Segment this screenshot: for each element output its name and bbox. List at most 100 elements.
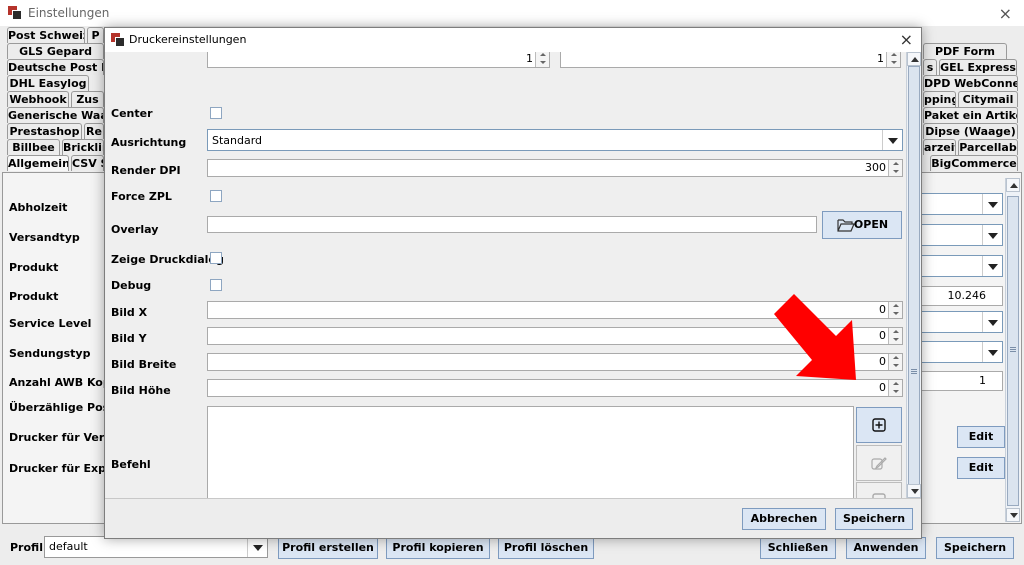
settings-scroll-thumb[interactable] — [1007, 196, 1019, 506]
open-button[interactable]: OPEN — [822, 211, 902, 239]
render-dpi-spinner[interactable]: 300 — [207, 159, 903, 177]
edit-pencil-icon — [871, 457, 887, 470]
label-render-dpi: Render DPI — [111, 164, 181, 177]
app-icon — [8, 6, 22, 20]
tab-webhook[interactable]: Webhook — [7, 91, 69, 107]
close-icon[interactable]: × — [900, 30, 913, 49]
tab-bigcommerce[interactable]: BigCommerce — [930, 155, 1018, 171]
label-center: Center — [111, 107, 153, 120]
tab-post-schweiz[interactable]: Post Schweiz — [7, 27, 85, 43]
tab-gel-express[interactable]: GEL Express — [939, 59, 1017, 75]
label-force-zpl: Force ZPL — [111, 190, 172, 203]
label-versandtyp: Versandtyp — [9, 231, 80, 244]
label-overlay: Overlay — [111, 223, 159, 236]
tab-prestashop[interactable]: Prestashop — [7, 123, 82, 139]
sendungstyp-dropdown[interactable] — [921, 341, 1003, 363]
produkt-dropdown[interactable] — [921, 255, 1003, 277]
remove-command-button[interactable] — [856, 482, 902, 498]
tab-dhl-easylog[interactable]: DHL Easylog — [7, 75, 89, 91]
tab-pdf-form[interactable]: PDF Form — [923, 43, 1007, 59]
ausrichtung-dropdown[interactable]: Standard — [207, 129, 903, 151]
awb-kopien-spinner[interactable]: 1 — [921, 371, 1003, 391]
close-icon[interactable]: × — [999, 4, 1012, 23]
force-zpl-checkbox[interactable] — [210, 190, 222, 202]
add-command-button[interactable] — [856, 407, 902, 443]
label-service-level: Service Level — [9, 317, 92, 330]
tab-deutsche-post[interactable]: Deutsche Post DV — [7, 59, 104, 75]
speichern-dialog-button[interactable]: Speichern — [835, 508, 913, 530]
profil-erstellen-button[interactable]: Profil erstellen — [278, 537, 378, 559]
label-abholzeit: Abholzeit — [9, 201, 68, 214]
tab-re[interactable]: Re — [84, 123, 104, 139]
annotation-arrow-shape — [774, 294, 856, 380]
open-button-label: OPEN — [853, 218, 889, 231]
tab-paket-ein-artikel[interactable]: Paket ein Artikel — [923, 107, 1018, 123]
center-checkbox[interactable] — [210, 107, 222, 119]
dialog-titlebar: Druckereinstellungen × — [105, 28, 921, 52]
plus-square-icon — [872, 418, 886, 432]
label-bild-hoehe: Bild Höhe — [111, 384, 171, 397]
abbrechen-button[interactable]: Abbrechen — [742, 508, 826, 530]
profil-dropdown[interactable]: default — [44, 536, 268, 558]
profil-loeschen-button[interactable]: Profil löschen — [498, 537, 594, 559]
tab-pping[interactable]: pping — [923, 91, 956, 107]
tab-bricklink[interactable]: Bricklin — [62, 139, 104, 155]
tab-zus[interactable]: Zus — [71, 91, 104, 107]
tab-parcellab[interactable]: Parcellab — [958, 139, 1018, 155]
profil-kopieren-button[interactable]: Profil kopieren — [386, 537, 490, 559]
dropdown-arrow-icon — [253, 545, 263, 551]
label-bild-y: Bild Y — [111, 332, 147, 345]
tab-citymail[interactable]: Citymail — [958, 91, 1018, 107]
label-bild-breite: Bild Breite — [111, 358, 177, 371]
dropdown-arrow-icon — [988, 233, 998, 239]
annotation-arrow — [774, 294, 856, 380]
tab-csv[interactable]: CSV S — [71, 155, 104, 171]
speichern-settings-button[interactable]: Speichern — [936, 537, 1014, 559]
settings-window-title: Einstellungen — [28, 6, 110, 20]
edit-drucker-versand-button[interactable]: Edit — [957, 426, 1005, 448]
label-produkt: Produkt — [9, 261, 59, 274]
label-produkt-2: Produkt — [9, 290, 59, 303]
tab-partial[interactable]: P — [87, 27, 104, 43]
dialog-form: 1 1 Center Ausrichtung Standard Render D… — [106, 52, 906, 498]
settings-scrollbar[interactable] — [1005, 178, 1020, 522]
befehl-list[interactable] — [207, 406, 854, 498]
overlay-input[interactable] — [207, 216, 817, 233]
printer-settings-dialog: Druckereinstellungen × 1 1 Center Ausric… — [104, 27, 922, 539]
tab-partial-s[interactable]: s — [923, 59, 937, 75]
label-zeige-druckdialog: Zeige Druckdialog — [111, 253, 224, 266]
dropdown-arrow-icon — [988, 264, 998, 270]
tab-arzeit[interactable]: arzeit — [923, 139, 956, 155]
top-spinner-right[interactable]: 1 — [560, 52, 901, 68]
ausrichtung-value: Standard — [212, 134, 263, 147]
edit-command-button[interactable] — [856, 445, 902, 481]
abholzeit-dropdown[interactable] — [921, 193, 1003, 215]
versandtyp-dropdown[interactable] — [921, 224, 1003, 246]
produkt-spinner[interactable]: 10.246 — [921, 286, 1003, 306]
debug-checkbox[interactable] — [210, 279, 222, 291]
label-bild-x: Bild X — [111, 306, 148, 319]
tab-dpd-webconnect[interactable]: DPD WebConnect — [923, 75, 1018, 91]
edit-drucker-export-button[interactable]: Edit — [957, 457, 1005, 479]
schliessen-button[interactable]: Schließen — [760, 537, 836, 559]
service-level-dropdown[interactable] — [921, 311, 1003, 333]
dropdown-arrow-icon — [888, 138, 898, 144]
dialog-scroll-thumb[interactable] — [908, 66, 920, 486]
dropdown-arrow-icon — [988, 350, 998, 356]
label-sendungstyp: Sendungstyp — [9, 347, 91, 360]
zeige-druckdialog-checkbox[interactable] — [210, 252, 222, 264]
label-drucker-versand: Drucker für Versand — [9, 431, 107, 444]
label-befehl: Befehl — [111, 458, 151, 471]
app-icon — [111, 33, 125, 47]
tab-gls-gepard[interactable]: GLS Gepard — [7, 43, 104, 59]
dialog-footer: Abbrechen Speichern — [105, 498, 921, 538]
top-spinner-left[interactable]: 1 — [207, 52, 550, 68]
dropdown-arrow-icon — [988, 202, 998, 208]
settings-titlebar: Einstellungen × — [0, 0, 1024, 26]
dialog-scrollbar[interactable] — [906, 52, 921, 498]
tab-allgemein[interactable]: Allgemein — [7, 155, 69, 171]
tab-dipse-waage[interactable]: Dipse (Waage) — [923, 123, 1018, 139]
tab-billbee[interactable]: Billbee — [7, 139, 60, 155]
tab-generische-waage[interactable]: Generische Waage — [7, 107, 104, 123]
anwenden-button[interactable]: Anwenden — [846, 537, 926, 559]
